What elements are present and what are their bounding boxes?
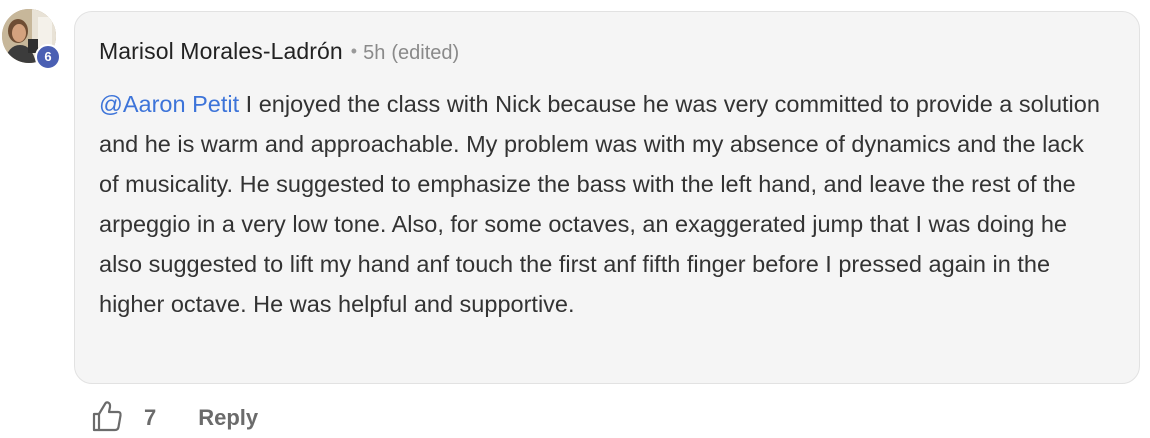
separator-dot: • [350, 41, 358, 61]
like-button[interactable] [90, 399, 124, 438]
mention-link[interactable]: @Aaron Petit [99, 91, 239, 117]
comment-thread: 6 Marisol Morales-Ladrón • 5h (edited) @… [0, 0, 1150, 438]
edited-label: (edited) [391, 42, 460, 64]
comment-bubble: Marisol Morales-Ladrón • 5h (edited) @Aa… [74, 11, 1140, 384]
thumbs-up-outline-icon[interactable] [90, 399, 124, 433]
author-name[interactable]: Marisol Morales-Ladrón [99, 38, 343, 65]
reply-button[interactable]: Reply [198, 405, 258, 431]
like-count: 7 [144, 405, 157, 430]
comment-body: @Aaron Petit I enjoyed the class with Ni… [99, 84, 1109, 324]
comment-text: I enjoyed the class with Nick because he… [99, 91, 1100, 317]
comment-actions: 7 Reply [90, 400, 258, 436]
author-avatar-group[interactable]: 6 [2, 9, 62, 70]
comment-header: Marisol Morales-Ladrón • 5h (edited) [99, 38, 459, 68]
level-badge: 6 [35, 44, 61, 70]
timestamp[interactable]: 5h [363, 42, 385, 65]
